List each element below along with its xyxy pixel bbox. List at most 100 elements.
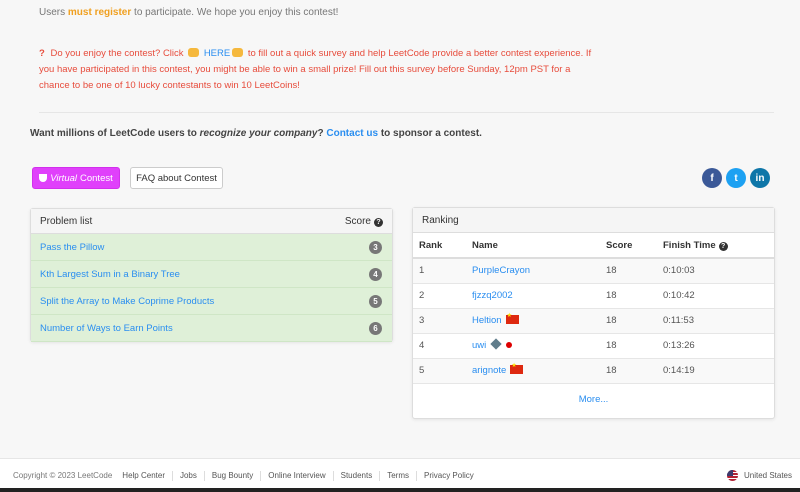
finish-time-cell: 0:10:03 (657, 257, 774, 283)
finish-time-cell: 0:11:53 (657, 307, 774, 333)
score-cell: 18 (600, 307, 657, 333)
contact-us-link[interactable]: Contact us (326, 128, 378, 139)
user-link[interactable]: arignote (472, 365, 506, 376)
footer-link-help-center[interactable]: Help Center (115, 471, 172, 481)
user-link[interactable]: uwi (472, 340, 486, 351)
score-header: Score? (345, 216, 383, 227)
survey-text-1: Do you enjoy the contest? Click (50, 48, 184, 59)
faq-button[interactable]: FAQ about Contest (130, 167, 223, 189)
problem-list-panel: Problem list Score? Pass the Pillow 3 Kt… (30, 208, 393, 342)
problem-list-header: Problem list Score? (31, 209, 392, 234)
sponsor-text-1: Want millions of LeetCode users to (30, 128, 197, 139)
virtual-label: Virtual (50, 172, 77, 184)
japan-flag-icon (506, 342, 513, 348)
table-row: 3 Heltion 18 0:11:53 (413, 307, 774, 333)
name-cell: arignote (466, 357, 600, 383)
ranking-header: Ranking (413, 208, 774, 233)
problem-link[interactable]: Kth Largest Sum in a Binary Tree (40, 269, 180, 280)
pointing-hand-icon (232, 48, 244, 57)
finish-time-column-header: Finish Time? (657, 233, 774, 259)
table-row: 2 fjzzq2002 18 0:10:42 (413, 282, 774, 308)
divider (39, 112, 774, 113)
region-label: United States (743, 471, 792, 480)
score-badge: 6 (369, 321, 382, 335)
survey-here-link[interactable]: HERE (204, 48, 230, 59)
problem-row: Number of Ways to Earn Points 6 (31, 315, 392, 342)
help-icon[interactable]: ? (718, 241, 728, 251)
pointing-hand-icon (188, 48, 200, 57)
more-rankings-link[interactable]: More... (413, 383, 774, 414)
name-column-header: Name (466, 233, 600, 259)
register-link[interactable]: must register (68, 7, 131, 18)
ranking-table: Rank Name Score Finish Time? 1 PurpleCra… (413, 233, 774, 383)
rank-cell: 1 (413, 257, 466, 283)
score-cell: 18 (600, 357, 657, 383)
intro-prefix: Users (39, 7, 66, 18)
linkedin-icon[interactable]: in (750, 168, 770, 188)
footer-link-online-interview[interactable]: Online Interview (260, 470, 332, 481)
footer-link-bug-bounty[interactable]: Bug Bounty (203, 470, 260, 481)
ranking-header-row: Rank Name Score Finish Time? (413, 233, 774, 259)
sponsor-text-2: ? (317, 128, 324, 139)
score-cell: 18 (600, 332, 657, 358)
help-icon[interactable]: ? (374, 217, 383, 227)
question-mark-icon: ? (39, 48, 45, 59)
contest-page: Users must register to participate. We h… (0, 0, 800, 458)
virtual-contest-button[interactable]: Virtual Contest (32, 167, 120, 189)
finish-time-cell: 0:13:26 (657, 332, 774, 358)
score-cell: 18 (600, 282, 657, 308)
name-cell: fjzzq2002 (466, 282, 600, 308)
footer-link-terms[interactable]: Terms (379, 470, 416, 481)
finish-time-cell: 0:14:19 (657, 357, 774, 383)
copyright: Copyright © 2023 LeetCode (13, 471, 113, 480)
finish-time-label: Finish Time (663, 239, 716, 251)
rank-cell: 5 (413, 357, 466, 383)
china-flag-icon (505, 312, 519, 324)
problem-row: Kth Largest Sum in a Binary Tree 4 (31, 261, 392, 288)
problem-link[interactable]: Split the Array to Make Coprime Products (40, 296, 214, 307)
problem-list-title: Problem list (40, 215, 93, 227)
score-badge: 4 (369, 267, 382, 281)
china-flag-icon (510, 362, 524, 375)
us-flag-icon (726, 470, 738, 481)
region-selector[interactable]: United States (726, 470, 792, 481)
score-header-label: Score (344, 215, 371, 227)
name-cell: uwi (466, 332, 600, 358)
footer-link-privacy-policy[interactable]: Privacy Policy (415, 470, 481, 481)
cube-icon (490, 338, 502, 350)
score-badge: 3 (369, 240, 382, 254)
user-link[interactable]: Heltion (472, 315, 502, 326)
table-row: 1 PurpleCrayon 18 0:10:03 (413, 257, 774, 283)
user-link[interactable]: fjzzq2002 (472, 290, 513, 301)
rank-cell: 3 (413, 307, 466, 333)
rank-cell: 2 (413, 282, 466, 308)
table-row: 4 uwi 18 0:13:26 (413, 332, 774, 358)
problem-link[interactable]: Number of Ways to Earn Points (40, 323, 173, 334)
problem-row: Split the Array to Make Coprime Products… (31, 288, 392, 315)
sponsor-notice: Want millions of LeetCode users to recog… (30, 128, 482, 139)
footer-link-jobs[interactable]: Jobs (171, 470, 204, 481)
footer: Copyright © 2023 LeetCode Help Center Jo… (0, 458, 800, 492)
table-row: 5 arignote 18 0:14:19 (413, 357, 774, 383)
ranking-title: Ranking (422, 214, 459, 226)
intro-suffix: to participate. We hope you enjoy this c… (134, 7, 339, 18)
name-cell: Heltion (466, 307, 600, 333)
survey-notice: ? Do you enjoy the contest? Click HERE t… (39, 46, 594, 94)
facebook-icon[interactable]: f (702, 168, 722, 188)
problem-row: Pass the Pillow 3 (31, 234, 392, 261)
sponsor-text-3: to sponsor a contest. (380, 128, 482, 139)
footer-link-students[interactable]: Students (332, 470, 380, 481)
twitter-icon[interactable]: t (726, 168, 746, 188)
ranking-panel: Ranking Rank Name Score Finish Time? 1 P… (412, 207, 775, 419)
rank-column-header: Rank (413, 233, 466, 259)
sponsor-emphasis: recognize your company (199, 128, 318, 139)
finish-time-cell: 0:10:42 (657, 282, 774, 308)
register-notice: Users must register to participate. We h… (39, 7, 338, 18)
problem-link[interactable]: Pass the Pillow (40, 242, 104, 253)
score-badge: 5 (369, 294, 382, 308)
score-column-header: Score (600, 233, 657, 259)
trophy-icon (39, 174, 48, 182)
contest-label: Contest (80, 172, 113, 184)
user-link[interactable]: PurpleCrayon (472, 265, 530, 276)
bottom-bar (0, 488, 800, 492)
